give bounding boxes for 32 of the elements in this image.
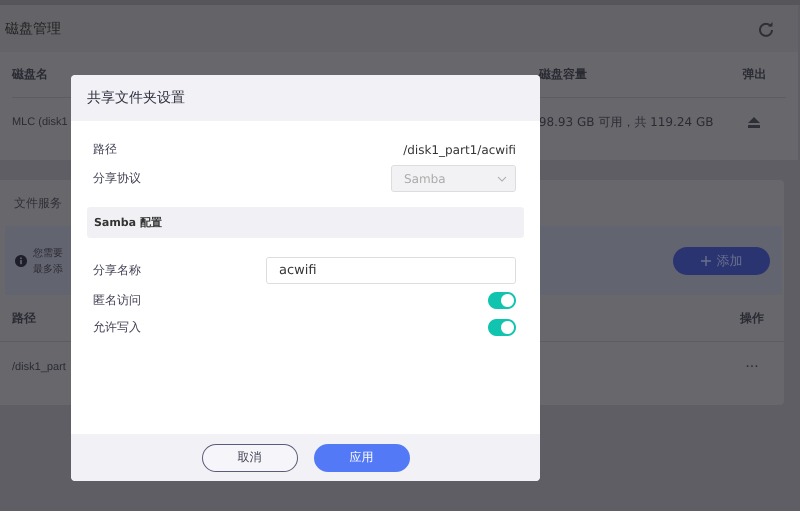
add-button[interactable]: 添加 (673, 246, 770, 274)
cancel-button[interactable]: 取消 (202, 444, 298, 472)
path-value: /disk1_part1/acwifi (403, 142, 516, 156)
field-label: 路径 (93, 141, 117, 158)
column-header: 弹出 (741, 66, 768, 83)
section-header: Samba 配置 (87, 207, 524, 238)
share-name-field[interactable]: acwifi (266, 256, 516, 284)
more-actions[interactable]: ··· (732, 359, 772, 375)
column-header: 路径 (12, 310, 37, 326)
table-cell-text: 98.93 GB 可用，共 119.24 GB (538, 114, 714, 130)
eject-icon[interactable] (748, 116, 760, 128)
plus-icon (700, 256, 710, 266)
table-cell: MLC (disk1 (12, 116, 69, 128)
column-header: 磁盘容量 (538, 66, 588, 83)
column-header: 磁盘名 (12, 66, 49, 83)
table-cell-text: /disk1_part (12, 361, 67, 373)
field-label: 分享协议 (93, 170, 141, 187)
info-icon (15, 254, 27, 266)
field-label: 分享名称 (93, 262, 141, 278)
toggle-switch[interactable] (488, 292, 516, 308)
notice-text: 您需要 (33, 246, 63, 260)
apply-button[interactable]: 应用 (314, 444, 410, 472)
refresh-icon[interactable] (758, 20, 774, 36)
page-title: 磁盘管理 (5, 20, 61, 38)
field-label: 匿名访问 (93, 292, 141, 308)
chevron-down-icon (497, 176, 507, 182)
toggle-switch[interactable] (488, 318, 516, 336)
dialog-title: 共享文件夹设置 (87, 89, 185, 107)
tab[interactable]: 文件服务 (14, 194, 62, 212)
field-label: 允许写入 (93, 318, 141, 336)
column-header: 操作 (738, 310, 765, 326)
notice-text: 最多添 (33, 262, 63, 276)
